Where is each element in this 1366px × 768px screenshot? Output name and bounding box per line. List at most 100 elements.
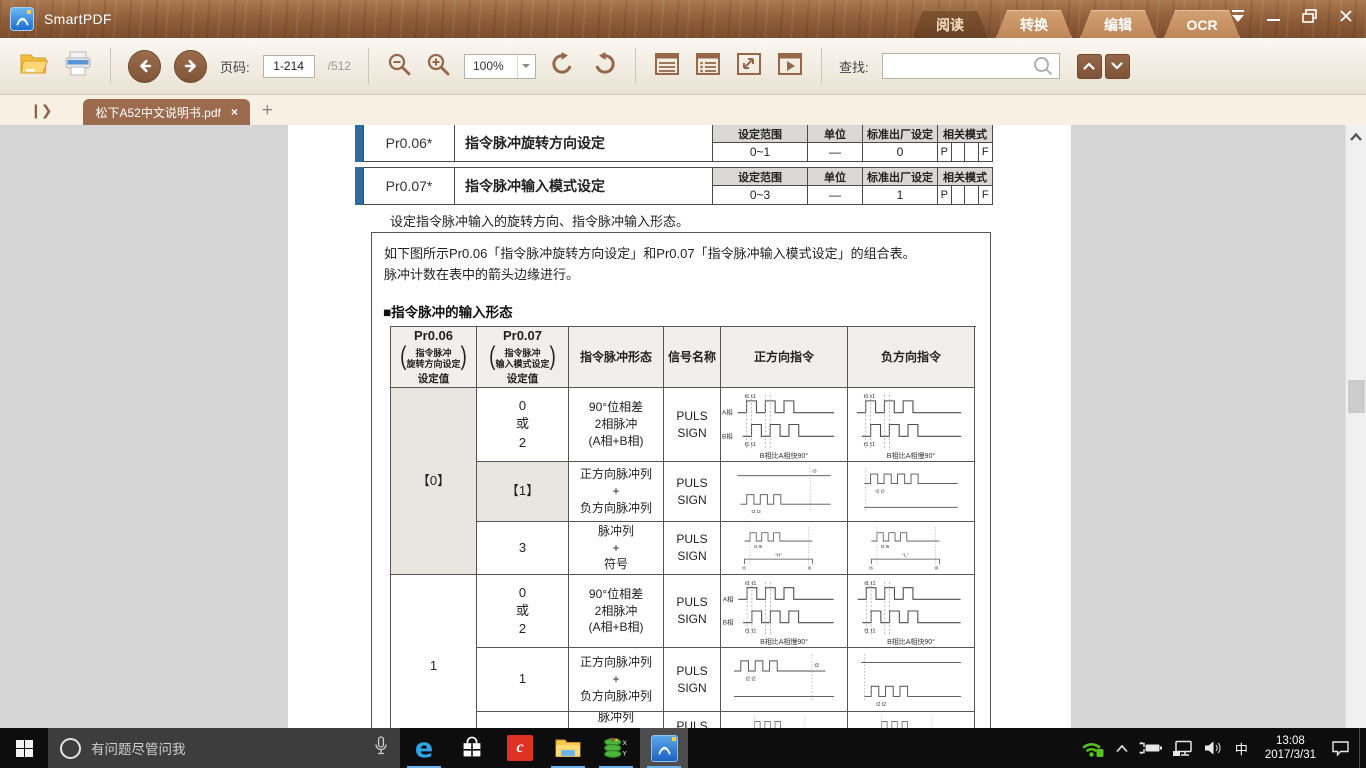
app-logo-icon <box>10 7 34 31</box>
close-tab-icon[interactable]: × <box>231 105 238 119</box>
svg-text:t3: t3 <box>813 469 817 475</box>
spec-value: 0~3 <box>712 185 808 205</box>
cortana-icon <box>60 738 81 759</box>
svg-text:t1 t1: t1 t1 <box>745 442 756 448</box>
cell-form: 90°位相差2相脉冲(A相+B相) <box>569 575 664 648</box>
clock-time: 13:08 <box>1265 734 1316 748</box>
spec-header: 标准出厂设定 <box>862 125 938 143</box>
window-controls <box>1228 7 1356 25</box>
cell-pr007: 1 <box>477 648 569 712</box>
fit-window-icon[interactable] <box>735 51 763 82</box>
cell-form: 正方向脉冲列+负方向脉冲列 <box>569 648 664 712</box>
microphone-icon[interactable] <box>374 736 388 761</box>
find-prev-icon[interactable] <box>1077 54 1102 79</box>
waveform-negative: t2 t2 <box>848 648 975 712</box>
wifi-icon[interactable] <box>1080 738 1106 758</box>
xy-app-icon[interactable]: XY <box>592 728 640 768</box>
scroll-up-icon[interactable] <box>1349 129 1363 147</box>
clock[interactable]: 13:08 2017/3/31 <box>1259 734 1322 762</box>
col-header-negative: 负方向指令 <box>848 327 975 388</box>
svg-text:t2 t2: t2 t2 <box>876 702 886 708</box>
svg-text:“L”: “L” <box>902 552 908 558</box>
clock-date: 2017/3/31 <box>1265 748 1316 762</box>
waveform-positive: t4 t5“H”t6t6 <box>721 522 848 575</box>
svg-text:t1 t1: t1 t1 <box>864 442 875 448</box>
open-folder-icon[interactable] <box>18 51 50 82</box>
rotate-right-icon[interactable] <box>590 51 618 82</box>
minimize-icon[interactable] <box>1264 7 1284 25</box>
skin-menu-icon[interactable] <box>1228 7 1248 25</box>
svg-text:t4 t5: t4 t5 <box>881 544 890 549</box>
vertical-scrollbar[interactable] <box>1345 125 1366 728</box>
ime-indicator[interactable]: 中 <box>1233 739 1250 758</box>
edge-icon[interactable]: e <box>400 728 448 768</box>
svg-text:t2 t2: t2 t2 <box>875 488 885 494</box>
battery-icon[interactable] <box>1138 741 1163 755</box>
svg-text:t1 t1: t1 t1 <box>745 581 756 587</box>
svg-text:B相比A相慢90°: B相比A相慢90° <box>887 451 936 460</box>
zoom-level-select[interactable]: 100% <box>464 54 536 79</box>
scrollbar-thumb[interactable] <box>1348 380 1365 413</box>
ribbon-tab-edit[interactable]: 编辑 <box>1080 10 1156 38</box>
ribbon-tab-convert[interactable]: 转换 <box>996 10 1072 38</box>
new-tab-icon[interactable]: + <box>262 100 273 122</box>
rotate-left-icon[interactable] <box>549 51 577 82</box>
find-input[interactable] <box>882 53 1060 79</box>
action-center-icon[interactable] <box>1331 740 1350 757</box>
svg-text:B相比A相快90°: B相比A相快90° <box>760 451 809 460</box>
red-c-app-icon[interactable]: c <box>496 728 544 768</box>
page-number-input[interactable] <box>263 55 315 78</box>
print-icon[interactable] <box>63 51 93 82</box>
document-tab[interactable]: 松下A52中文说明书.pdf × <box>83 99 249 125</box>
single-page-view-icon[interactable] <box>653 51 681 82</box>
pdf-app-icon[interactable] <box>640 728 688 768</box>
waveform-negative: t4 t5“L”t6t6 <box>848 522 975 575</box>
group-cell-0: 【0】 <box>391 388 477 575</box>
cell-signal: PULSSIGN <box>664 648 721 712</box>
start-icon[interactable] <box>0 728 48 768</box>
show-desktop-button[interactable] <box>1359 728 1364 768</box>
chevron-up-icon[interactable] <box>1115 744 1129 753</box>
zoom-out-icon[interactable] <box>386 51 412 82</box>
cell-pr007: 【1】 <box>477 462 569 522</box>
svg-text:t2 t2: t2 t2 <box>746 676 756 682</box>
cortana-search-input[interactable]: 有问题尽管问我 <box>48 728 400 768</box>
file-explorer-icon[interactable] <box>544 728 592 768</box>
system-tray: 中 13:08 2017/3/31 <box>1080 728 1366 768</box>
sidebar-toggle-icon[interactable]: ❙❯ <box>30 102 51 119</box>
svg-text:B相比A相快90°: B相比A相快90° <box>887 637 935 646</box>
param-name: 指令脉冲输入模式设定 <box>454 167 714 205</box>
svg-text:t2 t2: t2 t2 <box>752 509 762 515</box>
ribbon-tab-read[interactable]: 阅读 <box>912 10 988 38</box>
back-icon[interactable] <box>128 50 161 83</box>
spec-value: — <box>807 142 863 162</box>
col-header-pr007: Pr0.07 (指令脉冲输入模式设定) 设定值 <box>477 327 569 388</box>
network-icon[interactable] <box>1172 740 1194 757</box>
chevron-down-icon[interactable] <box>517 55 535 78</box>
restore-icon[interactable] <box>1300 7 1320 25</box>
pdf-viewport[interactable]: Pr0.06* 指令脉冲旋转方向设定 设定范围 单位 标准出厂设定 相关模式 0… <box>0 125 1366 728</box>
svg-text:X: X <box>623 740 628 747</box>
spec-header: 标准出厂设定 <box>862 167 938 186</box>
forward-icon[interactable] <box>174 50 207 83</box>
store-icon[interactable] <box>448 728 496 768</box>
speaker-icon[interactable] <box>1203 740 1224 756</box>
zoom-in-icon[interactable] <box>425 51 451 82</box>
cell-form: 90°位相差2相脉冲(A相+B相) <box>569 388 664 462</box>
svg-text:t1 t1: t1 t1 <box>864 394 875 400</box>
svg-text:t3: t3 <box>815 663 819 669</box>
svg-text:A相: A相 <box>722 408 733 417</box>
toolbar: 页码: /512 100% <box>0 38 1366 95</box>
search-placeholder: 有问题尽管问我 <box>91 738 364 758</box>
param-name: 指令脉冲旋转方向设定 <box>454 125 714 162</box>
svg-text:t6: t6 <box>935 566 939 571</box>
slideshow-icon[interactable] <box>776 51 804 82</box>
close-icon[interactable] <box>1336 7 1356 25</box>
cell-signal: PULSSIGN <box>664 388 721 462</box>
param-code: Pr0.06* <box>363 125 455 162</box>
find-next-icon[interactable] <box>1105 54 1130 79</box>
waveform-positive: t4 t5“H”t6t6 <box>721 712 848 728</box>
spec-header: 相关模式 <box>937 167 993 186</box>
thumbnail-view-icon[interactable] <box>694 51 722 82</box>
svg-text:Y: Y <box>623 751 628 758</box>
